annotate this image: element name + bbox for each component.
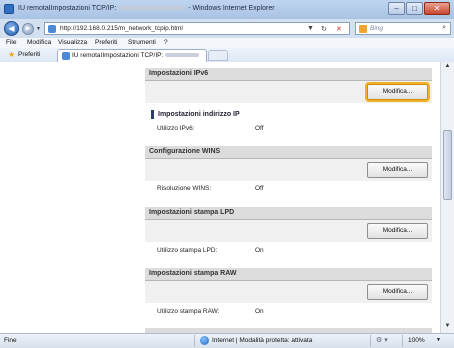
tools-icon[interactable]: ⚙ ▾ (376, 336, 388, 344)
wins-resolution-value: Off (255, 185, 264, 192)
back-button[interactable]: ◀ (4, 21, 19, 36)
wins-button-bar: Modifica... (145, 159, 432, 181)
status-divider (402, 335, 403, 347)
vertical-scrollbar[interactable]: ▲ ▼ (440, 62, 454, 333)
stop-icon[interactable]: ✕ (336, 25, 342, 33)
tab-title: IU remotaIImpostazioni TCP/IP: (72, 52, 200, 59)
ipv6-edit-button[interactable]: Modifica... (367, 84, 428, 100)
ipv6-button-bar: Modifica... (145, 81, 432, 103)
lpd-button-bar: Modifica... (145, 220, 432, 242)
redacted-host (120, 6, 185, 11)
globe-icon (200, 336, 209, 345)
refresh-icon[interactable]: ↻ (321, 25, 327, 33)
favorites-bar: ★ Preferiti IU remotaIImpostazioni TCP/I… (0, 48, 454, 63)
address-bar[interactable]: http://192.168.0.215/m_network_tcpip.htm… (44, 22, 350, 35)
raw-section-header: Impostazioni stampa RAW (145, 268, 432, 281)
window-title: IU remotaIImpostazioni TCP/IP: - Windows… (18, 5, 275, 12)
raw-edit-button[interactable]: Modifica... (367, 284, 428, 300)
lpd-edit-button[interactable]: Modifica... (367, 223, 428, 239)
ip-address-subheading: Impostazioni indirizzo IP (151, 110, 240, 119)
status-bar: Fine Internet | Modalità protetta: attiv… (0, 333, 454, 348)
wins-section-header: Configurazione WINS (145, 146, 432, 159)
lpd-usage-value: On (255, 247, 264, 254)
menu-help[interactable]: ? (164, 39, 168, 46)
ipv6-section-header: Impostazioni IPv6 (145, 68, 432, 81)
ipv6-usage-label: Utilizzo IPv6: (157, 125, 195, 132)
tab-current[interactable]: IU remotaIImpostazioni TCP/IP: (57, 49, 207, 62)
favorites-star-icon[interactable]: ★ (8, 50, 15, 59)
ie-logo-icon (4, 4, 14, 14)
search-box[interactable]: Bing ⌕ (355, 22, 451, 35)
navigation-bar: ◀ ▶ ▼ http://192.168.0.215/m_network_tcp… (0, 19, 454, 38)
scroll-down-icon[interactable]: ▼ (443, 323, 452, 332)
page-viewport: Impostazioni IPv6 Modifica... Impostazio… (0, 62, 440, 333)
tab-page-icon (62, 52, 70, 60)
scroll-up-icon[interactable]: ▲ (443, 63, 452, 72)
new-tab-button[interactable] (208, 50, 228, 61)
security-zone-text[interactable]: Internet | Modalità protetta: attivata (212, 337, 312, 344)
lpd-section-header: Impostazioni stampa LPD (145, 207, 432, 220)
raw-usage-label: Utilizzo stampa RAW: (157, 308, 220, 315)
settings-content: Impostazioni IPv6 Modifica... Impostazio… (145, 62, 432, 333)
status-text: Fine (4, 337, 17, 344)
maximize-button[interactable]: □ (406, 2, 423, 15)
lpd-usage-label: Utilizzo stampa LPD: (157, 247, 218, 254)
menu-modifica[interactable]: Modifica (27, 39, 51, 46)
scroll-thumb[interactable] (443, 130, 452, 200)
wins-resolution-label: Risoluzione WINS: (157, 185, 212, 192)
left-blank-area (0, 62, 138, 333)
search-icon[interactable]: ⌕ (442, 24, 446, 32)
window-titlebar: IU remotaIImpostazioni TCP/IP: - Windows… (0, 0, 454, 20)
window-title-prefix: IU remotaIImpostazioni TCP/IP: (18, 5, 117, 12)
bing-icon (359, 25, 367, 33)
menu-visualizza[interactable]: Visualizza (58, 39, 87, 46)
redacted-tab-host (165, 53, 200, 58)
status-divider (194, 335, 195, 347)
raw-usage-value: On (255, 308, 264, 315)
page-icon (48, 25, 56, 33)
history-dropdown-icon[interactable]: ▼ (36, 26, 41, 32)
wins-edit-button[interactable]: Modifica... (367, 162, 428, 178)
menu-file[interactable]: File (6, 39, 16, 46)
menu-strumenti[interactable]: Strumenti (128, 39, 156, 46)
tab-title-text: IU remotaIImpostazioni TCP/IP: (72, 52, 164, 59)
close-window-button[interactable]: ✕ (424, 2, 450, 15)
favorites-button[interactable]: Preferiti (18, 51, 40, 58)
address-url[interactable]: http://192.168.0.215/m_network_tcpip.htm… (60, 25, 183, 32)
forward-button[interactable]: ▶ (22, 23, 34, 35)
zoom-dropdown-icon[interactable]: ▼ (436, 337, 441, 343)
search-input[interactable]: Bing (370, 25, 383, 32)
zoom-level[interactable]: 100% (408, 337, 425, 344)
minimize-button[interactable]: – (388, 2, 405, 15)
menu-preferiti[interactable]: Preferiti (95, 39, 117, 46)
raw-button-bar: Modifica... (145, 281, 432, 303)
ipv6-usage-value: Off (255, 125, 264, 132)
address-dropdown-icon[interactable]: ▼ (307, 25, 314, 32)
window-title-suffix: - Windows Internet Explorer (188, 5, 275, 12)
status-divider (370, 335, 371, 347)
